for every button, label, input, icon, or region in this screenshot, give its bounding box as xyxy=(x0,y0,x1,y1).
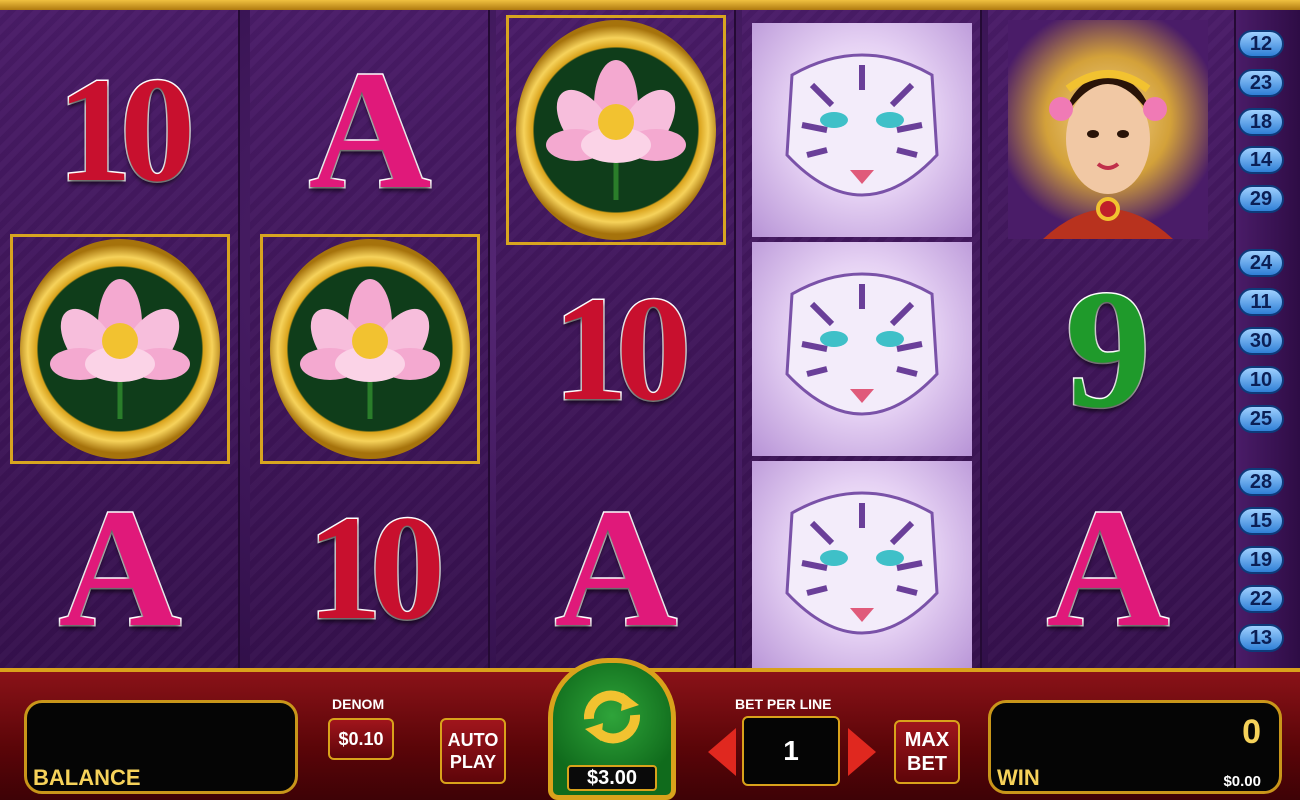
payline-badge[interactable]: 13 xyxy=(1238,624,1284,652)
payline-badge[interactable]: 25 xyxy=(1238,405,1284,433)
symbol-white-tiger xyxy=(742,239,982,458)
payline-badge[interactable]: 23 xyxy=(1238,69,1284,97)
auto-play-label-line2: PLAY xyxy=(449,752,497,772)
lotus-frame-square xyxy=(506,15,726,245)
symbol-ace-label: A xyxy=(57,473,183,662)
balance-label: BALANCE xyxy=(33,765,141,790)
reel-5: 9 A xyxy=(988,10,1236,668)
spin-bet-value: $3.00 xyxy=(567,765,657,791)
max-bet-button[interactable]: MAX BET xyxy=(894,720,960,784)
symbol-ten: 10 xyxy=(250,458,490,677)
symbol-ten-label: 10 xyxy=(552,265,693,432)
symbol-ten: 10 xyxy=(0,20,240,239)
lotus-frame-square xyxy=(260,234,480,464)
symbol-ace-label: A xyxy=(553,473,679,662)
symbol-ace: A xyxy=(988,458,1228,677)
denom-label: DENOM xyxy=(332,696,385,712)
symbol-ace-label: A xyxy=(1045,473,1171,662)
symbol-ace: A xyxy=(496,458,736,677)
symbol-white-tiger xyxy=(742,20,982,239)
symbol-princess xyxy=(988,20,1228,239)
payline-badge[interactable]: 24 xyxy=(1238,249,1284,277)
symbol-lotus xyxy=(0,234,240,464)
max-bet-label-line1: MAX xyxy=(904,729,950,751)
win-amount: $0.00 xyxy=(1223,773,1261,790)
balance-panel: BALANCE xyxy=(24,700,298,794)
payline-badge[interactable]: 22 xyxy=(1238,585,1284,613)
payline-badge[interactable]: 10 xyxy=(1238,366,1284,394)
white-tiger-icon xyxy=(752,460,972,675)
win-credits: 0 xyxy=(1242,713,1261,751)
lotus-frame-square xyxy=(10,234,230,464)
symbol-ten-label: 10 xyxy=(306,484,447,651)
payline-badge[interactable]: 15 xyxy=(1238,507,1284,535)
symbol-ten: 10 xyxy=(496,239,736,458)
spin-icon xyxy=(583,690,641,744)
bet-decrease-arrow-icon[interactable] xyxy=(708,728,736,776)
symbol-lotus xyxy=(496,15,736,245)
symbol-ace-label: A xyxy=(307,35,433,224)
white-tiger-icon xyxy=(752,22,972,237)
spin-button[interactable]: $3.00 xyxy=(548,658,676,800)
symbol-nine-label: 9 xyxy=(1064,254,1152,443)
payline-badge[interactable]: 28 xyxy=(1238,468,1284,496)
bet-per-line-label: BET PER LINE xyxy=(735,696,832,712)
symbol-ace: A xyxy=(250,20,490,239)
payline-badge[interactable]: 14 xyxy=(1238,146,1284,174)
payline-badge[interactable]: 19 xyxy=(1238,546,1284,574)
symbol-nine: 9 xyxy=(988,239,1228,458)
symbol-lotus xyxy=(250,234,490,464)
payline-badge[interactable]: 29 xyxy=(1238,185,1284,213)
payline-badge[interactable]: 18 xyxy=(1238,108,1284,136)
bet-per-line-value: 1 xyxy=(742,716,840,786)
auto-play-button[interactable]: AUTO PLAY xyxy=(440,718,506,784)
symbol-ten-label: 10 xyxy=(56,46,197,213)
denom-button[interactable]: $0.10 xyxy=(328,718,394,760)
symbol-white-tiger xyxy=(742,458,982,677)
white-tiger-icon xyxy=(752,241,972,456)
bet-increase-arrow-icon[interactable] xyxy=(848,728,876,776)
payline-badge[interactable]: 11 xyxy=(1238,288,1284,316)
reel-4 xyxy=(742,10,982,675)
win-panel: 0 WIN $0.00 xyxy=(988,700,1282,794)
symbol-ace: A xyxy=(0,458,240,677)
reel-3: 10 A xyxy=(496,10,736,668)
princess-icon xyxy=(1008,20,1208,239)
payline-badge[interactable]: 12 xyxy=(1238,30,1284,58)
payline-badge[interactable]: 30 xyxy=(1238,327,1284,355)
auto-play-label-line1: AUTO xyxy=(447,729,499,750)
top-frame xyxy=(0,0,1300,10)
max-bet-label-line2: BET xyxy=(907,753,947,775)
reel-1: 10 A xyxy=(0,10,240,668)
reel-2: A 10 xyxy=(250,10,490,668)
win-label: WIN xyxy=(997,765,1040,790)
